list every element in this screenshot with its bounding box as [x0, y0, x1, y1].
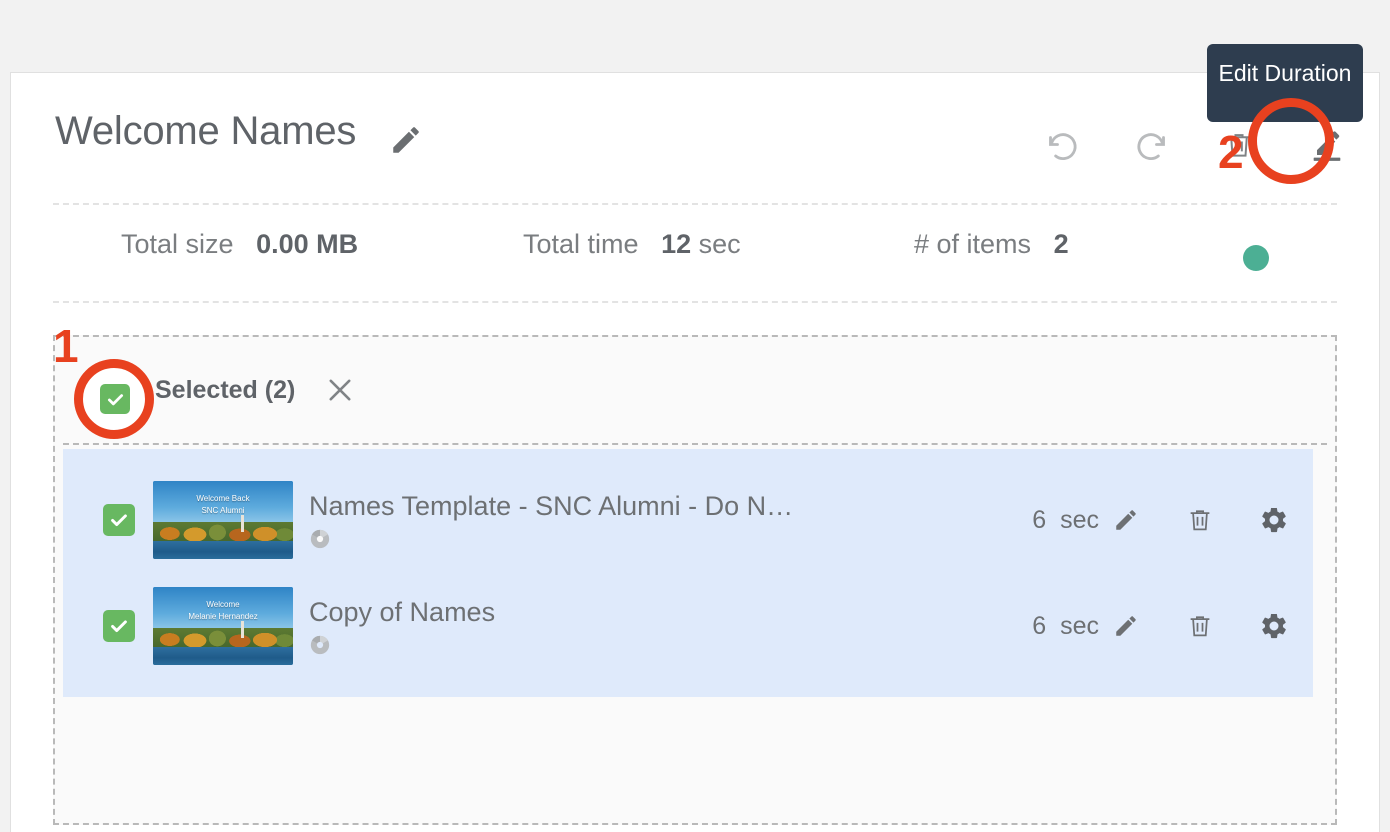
row-text-block: Copy of Names — [309, 597, 1032, 656]
thumbnail-caption-line2: SNC Alumni — [201, 506, 245, 515]
item-duration-value: 6 — [1032, 505, 1047, 534]
item-settings-gear-icon[interactable] — [1259, 611, 1289, 641]
total-size-stat: Total size 0.00 MB — [121, 229, 358, 260]
redo-button[interactable] — [1123, 117, 1179, 173]
total-size-value: 0.00 MB — [256, 229, 359, 259]
item-thumbnail[interactable]: Welcome Melanie Hernandez — [153, 587, 293, 665]
total-time-unit: sec — [698, 229, 741, 259]
select-all-checkbox-highlighted[interactable] — [100, 384, 130, 414]
editor-header: Welcome Names — [11, 73, 1379, 203]
row-checkbox[interactable] — [103, 610, 135, 642]
item-duration: 6 sec — [1032, 506, 1099, 535]
item-count-value: 2 — [1053, 229, 1069, 259]
annotation-number-2: 2 — [1218, 126, 1244, 178]
table-row[interactable]: Welcome Back SNC Alumni Names Template -… — [63, 467, 1313, 573]
item-edit-pencil-icon[interactable] — [1113, 613, 1139, 639]
title-edit-pencil-icon[interactable] — [389, 123, 423, 157]
thumbnail-caption-line1: Welcome Back — [196, 494, 250, 503]
item-list-dropzone[interactable]: Selected (2) Welcome Back SNC Alumni Nam… — [53, 335, 1337, 825]
annotation-number-1: 1 — [53, 320, 79, 372]
summary-stats-row: Total size 0.00 MB Total time 12 sec # o… — [11, 203, 1379, 301]
total-time-label: Total time — [523, 229, 639, 259]
item-delete-trash-icon[interactable] — [1185, 505, 1215, 535]
item-duration-unit: sec — [1060, 611, 1099, 640]
thumbnail-church-spire — [241, 621, 245, 639]
item-count-label: # of items — [914, 229, 1032, 259]
status-indicator-dot — [1243, 245, 1269, 271]
disc-spinner-icon — [309, 634, 331, 656]
thumbnail-caption-line2: Melanie Hernandez — [188, 612, 258, 621]
annotation-circle-2 — [1248, 98, 1334, 184]
item-duration: 6 sec — [1032, 612, 1099, 641]
row-text-block: Names Template - SNC Alumni - Do N… — [309, 491, 1032, 550]
total-time-stat: Total time 12 sec — [523, 229, 741, 260]
selection-divider — [63, 443, 1327, 445]
selected-items-list: Welcome Back SNC Alumni Names Template -… — [63, 449, 1313, 697]
thumbnail-church-spire — [241, 515, 245, 533]
undo-button[interactable] — [1035, 117, 1091, 173]
thumbnail-caption-line1: Welcome — [206, 600, 240, 609]
thumbnail-water — [153, 647, 293, 665]
item-thumbnail[interactable]: Welcome Back SNC Alumni — [153, 481, 293, 559]
item-duration-unit: sec — [1060, 505, 1099, 534]
row-checkbox[interactable] — [103, 504, 135, 536]
close-x-icon[interactable] — [323, 373, 357, 407]
item-title: Names Template - SNC Alumni - Do N… — [309, 490, 794, 521]
selected-count-label: Selected (2) — [155, 375, 296, 404]
item-delete-trash-icon[interactable] — [1185, 611, 1215, 641]
disc-spinner-icon — [309, 528, 331, 550]
total-size-label: Total size — [121, 229, 234, 259]
item-title: Copy of Names — [309, 596, 496, 627]
playlist-editor-card: Welcome Names Total size 0.00 MB Total t… — [10, 72, 1380, 832]
page-title: Welcome Names — [55, 109, 357, 153]
item-settings-gear-icon[interactable] — [1259, 505, 1289, 535]
thumbnail-treeline — [153, 627, 293, 649]
item-count-stat: # of items 2 — [914, 229, 1069, 260]
thumbnail-water — [153, 541, 293, 559]
item-duration-value: 6 — [1032, 611, 1047, 640]
stats-divider — [53, 301, 1337, 303]
thumbnail-treeline — [153, 521, 293, 543]
item-edit-pencil-icon[interactable] — [1113, 507, 1139, 533]
table-row[interactable]: Welcome Melanie Hernandez Copy of Names — [63, 573, 1313, 679]
selection-toolbar: Selected (2) — [55, 337, 1335, 443]
total-time-value: 12 — [661, 229, 692, 259]
